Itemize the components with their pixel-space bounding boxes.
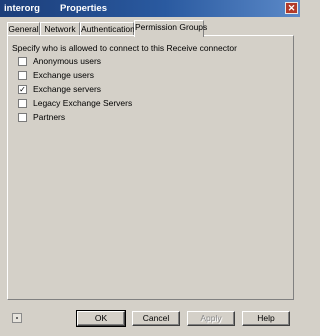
title-bar[interactable]: interorg Properties ✕: [0, 0, 300, 17]
tab-general[interactable]: General: [7, 22, 40, 36]
cancel-button[interactable]: Cancel: [132, 311, 180, 326]
ok-button[interactable]: OK: [76, 310, 126, 327]
apply-button[interactable]: Apply: [187, 311, 235, 326]
anonymous-users-checkbox[interactable]: [18, 57, 27, 66]
exchange-servers-label[interactable]: Exchange servers: [33, 84, 101, 94]
legacy-exchange-servers-checkbox[interactable]: [18, 99, 27, 108]
legacy-exchange-servers-label[interactable]: Legacy Exchange Servers: [33, 98, 132, 108]
anonymous-users-label[interactable]: Anonymous users: [33, 56, 101, 66]
close-icon: ✕: [287, 3, 296, 13]
exchange-users-checkbox[interactable]: [18, 71, 27, 80]
partners-label[interactable]: Partners: [33, 112, 65, 122]
window-title: Properties: [60, 3, 107, 14]
tab-permission-groups[interactable]: Permission Groups: [134, 20, 207, 37]
tab-authentication[interactable]: Authentication: [80, 22, 135, 36]
instruction-text: Specify who is allowed to connect to thi…: [12, 43, 237, 53]
close-button[interactable]: ✕: [285, 2, 298, 14]
partners-checkbox[interactable]: [18, 113, 27, 122]
dialog-info-icon: [12, 313, 22, 323]
exchange-users-label[interactable]: Exchange users: [33, 70, 94, 80]
window-object-name: interorg: [4, 3, 40, 14]
properties-dialog: interorg Properties ✕ General Network Au…: [0, 0, 300, 336]
tab-network[interactable]: Network: [40, 22, 80, 36]
help-button[interactable]: Help: [242, 311, 290, 326]
exchange-servers-checkbox[interactable]: ✓: [18, 85, 27, 94]
